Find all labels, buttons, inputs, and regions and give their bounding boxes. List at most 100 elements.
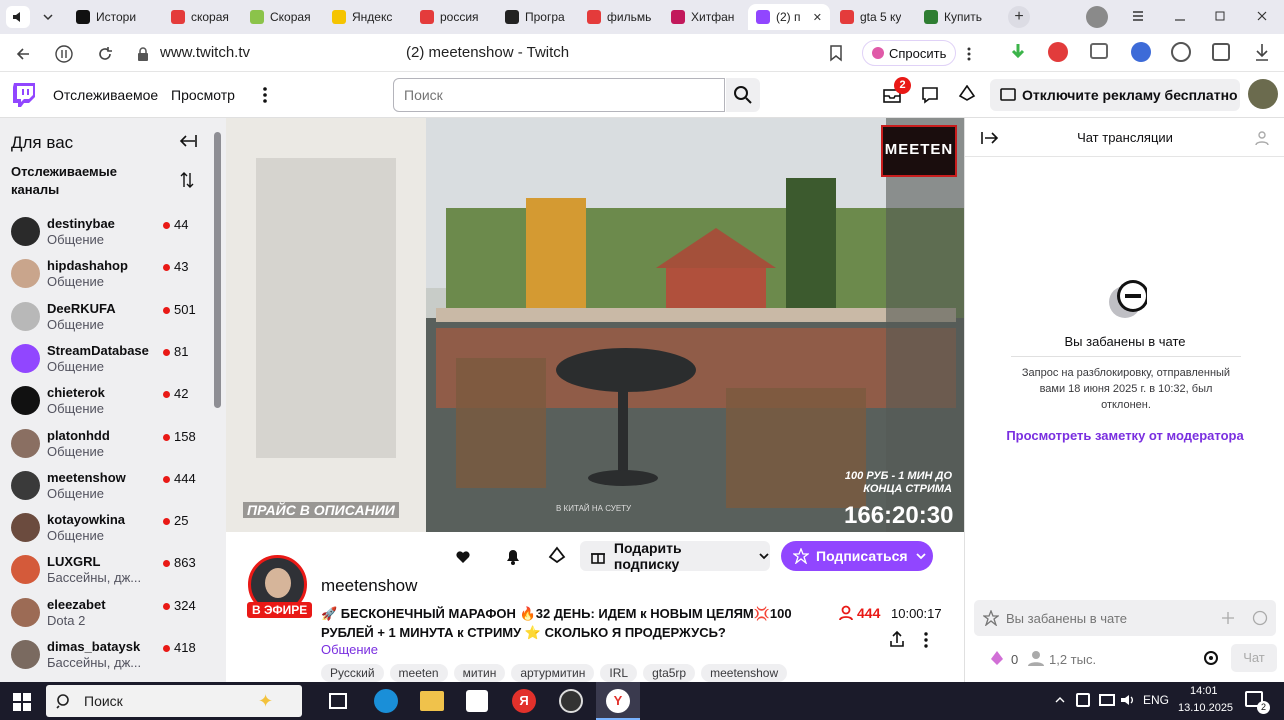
browser-tab-label: Хитфан — [691, 10, 735, 24]
reload-icon[interactable] — [95, 44, 115, 64]
sidebar-channel-meetenshow[interactable]: meetenshow Общение 444 — [0, 466, 212, 508]
tab-audio-toggle[interactable] — [6, 6, 30, 28]
browser-tab[interactable]: скорая — [163, 4, 239, 30]
store-icon[interactable] — [466, 690, 488, 712]
more-options-icon[interactable] — [923, 631, 929, 649]
search-button[interactable] — [726, 78, 760, 112]
downloads-icon[interactable] — [1253, 42, 1271, 62]
translate-ext-icon[interactable] — [1131, 42, 1151, 62]
bookmark-icon[interactable] — [828, 44, 844, 62]
chat-input-box[interactable] — [974, 600, 1276, 636]
sort-icon[interactable] — [179, 171, 195, 189]
close-window-icon[interactable] — [1254, 8, 1270, 24]
profile-avatar[interactable] — [1086, 6, 1108, 28]
stream-tag[interactable]: gta5rp — [643, 664, 696, 682]
yandex-browser-icon[interactable]: Y — [596, 682, 640, 720]
sidebar-channel-dimas_bataysk[interactable]: dimas_bataysk Бассейны, дж... 418 — [0, 635, 212, 677]
stream-tag[interactable]: meetenshow — [701, 664, 788, 682]
sidebar-channel-hipdashahop[interactable]: hipdashahop Общение 43 — [0, 254, 212, 296]
stream-tag[interactable]: meeten — [389, 664, 448, 682]
chat-send-button[interactable]: Чат — [1231, 644, 1277, 672]
tray-time[interactable]: 14:01 — [1190, 685, 1218, 697]
tray-chevron-up-icon[interactable] — [1054, 695, 1066, 705]
sidebar-scrollbar[interactable] — [214, 132, 221, 408]
tray-volume-icon[interactable] — [1119, 692, 1137, 708]
adblock-ext-icon[interactable] — [1048, 42, 1068, 62]
browser-tab[interactable]: фильмь — [579, 4, 661, 30]
back-icon[interactable] — [14, 45, 32, 63]
tray-language[interactable]: ENG — [1143, 693, 1169, 707]
video-ext-icon[interactable] — [1171, 42, 1191, 62]
yandex-app-icon[interactable]: Я — [512, 689, 536, 713]
tray-date[interactable]: 13.10.2025 — [1178, 702, 1233, 714]
share-icon[interactable] — [889, 630, 905, 648]
ask-button[interactable]: Спросить — [862, 40, 956, 66]
browser-tab[interactable]: (2) п ✕ — [748, 4, 830, 30]
taskbar-search[interactable]: Поиск ✦ — [46, 685, 302, 717]
menu-icon[interactable] — [1130, 8, 1146, 24]
browser-tab[interactable]: Скорая — [242, 4, 322, 30]
whispers-icon[interactable] — [921, 86, 939, 104]
browser-tab[interactable]: Истори — [68, 4, 156, 30]
channel-name[interactable]: meetenshow — [321, 576, 417, 596]
sidebar-channel-destinybae[interactable]: destinybae Общение 44 — [0, 212, 212, 254]
stream-tag[interactable]: Русский — [321, 664, 384, 682]
browser-tab[interactable]: Купить — [916, 4, 998, 30]
gallery-ext-icon[interactable] — [1090, 43, 1108, 59]
chat-users-icon[interactable] — [1255, 130, 1273, 146]
browser-tab[interactable]: Яндекс — [324, 4, 410, 30]
notify-bell-button[interactable] — [496, 541, 530, 571]
explorer-icon[interactable] — [420, 691, 444, 711]
stream-tag[interactable]: артурмитин — [511, 664, 595, 682]
turn-off-ads-button[interactable]: Отключите рекламу бесплатно — [990, 79, 1240, 111]
bits-button[interactable] — [540, 541, 574, 571]
download-ext-icon[interactable] — [1008, 42, 1028, 62]
task-view-icon[interactable] — [329, 693, 347, 709]
bits-icon[interactable] — [958, 85, 976, 105]
gift-sub-button[interactable]: Подарить подписку — [580, 540, 770, 572]
nav-following[interactable]: Отслеживаемое — [53, 87, 158, 103]
browser-tab[interactable]: Програ — [497, 4, 577, 30]
stream-category[interactable]: Общение — [321, 642, 378, 657]
new-tab-button[interactable]: + — [1008, 6, 1030, 28]
follow-heart-button[interactable] — [446, 541, 480, 571]
channel-points-icon[interactable] — [989, 650, 1005, 666]
url-text[interactable]: www.twitch.tv — [160, 44, 250, 61]
collections-icon[interactable] — [1212, 43, 1230, 61]
nav-browse[interactable]: Просмотр — [171, 87, 235, 103]
more-options-icon[interactable] — [966, 46, 972, 62]
sidebar-channel-deerkufa[interactable]: DeeRKUFA Общение 501 — [0, 297, 212, 339]
close-tab-icon[interactable]: ✕ — [813, 11, 822, 24]
minimize-icon[interactable] — [1172, 8, 1188, 24]
sidebar-channel-eleezabet[interactable]: eleezabet Dota 2 324 — [0, 593, 212, 635]
sidebar-channel-chieterok[interactable]: chieterok Общение 42 — [0, 381, 212, 423]
sidebar-channel-kotayowkina[interactable]: kotayowkina Общение 25 — [0, 508, 212, 550]
search-input[interactable] — [393, 78, 725, 112]
chat-settings-icon[interactable] — [1202, 649, 1220, 667]
video-player[interactable]: MEETEN ПРАЙС В ОПИСАНИИ В КИТАЙ НА СУЕТУ… — [226, 118, 964, 532]
edge-icon[interactable] — [374, 689, 398, 713]
sidebar-channel-luxgrl[interactable]: LUXGRL Бассейны, дж... 863 — [0, 550, 212, 592]
collapse-sidebar-icon[interactable] — [179, 133, 197, 149]
browser-tab[interactable]: россия — [412, 4, 494, 30]
user-avatar[interactable] — [1248, 79, 1278, 109]
browser-tab[interactable]: Хитфан — [663, 4, 746, 30]
chat-input[interactable] — [1006, 608, 1206, 628]
subscribe-button[interactable]: Подписаться — [781, 541, 933, 571]
protect-icon[interactable] — [54, 44, 74, 64]
tray-network-icon[interactable] — [1076, 693, 1090, 707]
tray-display-icon[interactable] — [1099, 694, 1115, 706]
stream-tag[interactable]: митин — [453, 664, 506, 682]
sidebar-channel-streamdatabase[interactable]: StreamDatabase Общение 81 — [0, 339, 212, 381]
lock-icon[interactable] — [136, 46, 150, 62]
sidebar-channel-platonhdd[interactable]: platonhdd Общение 158 — [0, 424, 212, 466]
obs-icon[interactable] — [559, 689, 583, 713]
windows-start-icon[interactable] — [13, 693, 31, 711]
tab-list-chevron-icon[interactable] — [40, 9, 56, 25]
view-mod-note-link[interactable]: Просмотреть заметку от модератора — [965, 428, 1284, 443]
restore-icon[interactable] — [1212, 8, 1228, 24]
twitch-logo-icon[interactable] — [12, 83, 36, 109]
browser-tab[interactable]: gta 5 ку — [832, 4, 914, 30]
stream-tag[interactable]: IRL — [600, 664, 638, 682]
nav-more-icon[interactable] — [262, 86, 268, 104]
